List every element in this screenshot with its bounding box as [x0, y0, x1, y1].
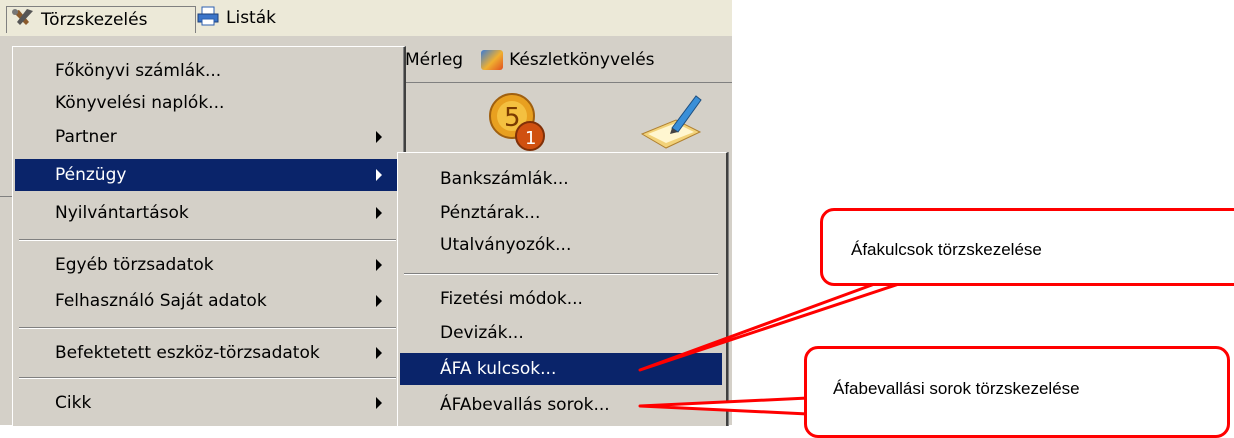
callout-text: Áfakulcsok törzskezelése — [851, 240, 1042, 259]
callout-text: Áfabevallási sorok törzskezelése — [833, 379, 1080, 398]
callout-afabevallas: Áfabevallási sorok törzskezelése — [804, 346, 1230, 438]
callout-pointer-afabevallas — [638, 396, 810, 416]
callout-afakulcsok: Áfakulcsok törzskezelése — [820, 208, 1234, 286]
